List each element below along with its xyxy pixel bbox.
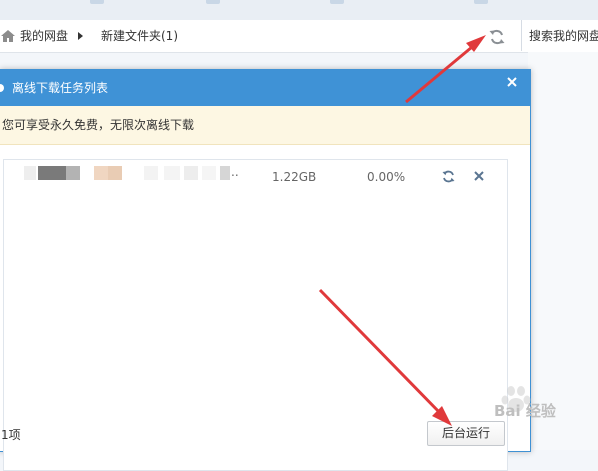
home-icon[interactable] <box>0 28 16 44</box>
search-placeholder: 搜索我的网盘 <box>529 29 598 43</box>
dialog-title-bar: 离线下载任务列表 <box>0 70 530 106</box>
breadcrumb-root[interactable]: 我的网盘 <box>20 27 68 45</box>
toolbar-fragment <box>474 0 488 4</box>
task-row[interactable]: .. 1.22GB 0.00% <box>4 160 507 193</box>
delete-icon[interactable] <box>472 169 486 183</box>
dialog-title: 离线下载任务列表 <box>12 81 109 95</box>
task-progress: 0.00% <box>367 170 406 184</box>
notice-banner: 您可享受永久免费，无限次离线下载 <box>0 106 530 145</box>
toolbar-fragment <box>90 0 104 4</box>
notice-text: 您可享受永久免费，无限次离线下载 <box>2 118 195 132</box>
retry-icon[interactable] <box>441 169 456 184</box>
watermark-text: Bai 经验 <box>494 402 556 420</box>
top-toolbar-strip <box>0 0 598 21</box>
task-size: 1.22GB <box>272 170 317 184</box>
search-input[interactable]: 搜索我的网盘 <box>521 20 598 51</box>
task-count: 1项 <box>1 428 21 442</box>
title-bullet-icon <box>0 84 4 92</box>
task-name-ellipsis: .. <box>231 165 239 179</box>
breadcrumb-current-folder[interactable]: 新建文件夹(1) <box>101 27 178 45</box>
breadcrumb-separator-icon <box>78 32 83 40</box>
run-in-background-button[interactable]: 后台运行 <box>427 421 505 446</box>
refresh-icon[interactable] <box>487 27 507 47</box>
path-bar: 我的网盘 新建文件夹(1) <box>0 20 598 53</box>
close-icon[interactable] <box>504 74 520 90</box>
toolbar-fragment <box>330 0 344 4</box>
offline-download-dialog: 离线下载任务列表 您可享受永久免费，无限次离线下载 .. 1.22GB 0.00… <box>0 69 531 471</box>
toolbar-fragment <box>206 0 220 4</box>
